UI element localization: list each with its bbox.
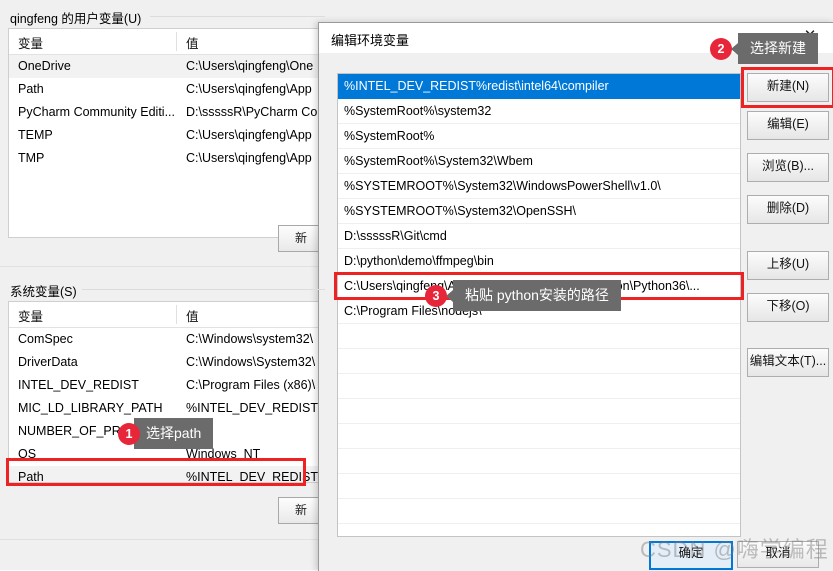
path-entry-row[interactable]: D:\sssssR\Git\cmd [338,224,740,249]
dialog-side-button-5[interactable]: 下移(O) [747,293,829,322]
variable-value-cell: C:\Users\qingfeng\App [186,82,312,96]
table-row[interactable]: Path %INTEL_DEV_REDIST% [9,466,322,483]
system-variables-group-rule [82,289,325,290]
path-entry-row[interactable]: %SystemRoot% [338,124,740,149]
variable-name-cell: Path [18,82,44,96]
dialog-side-button-4[interactable]: 上移(U) [747,251,829,280]
table-row[interactable]: Path C:\Users\qingfeng\App [9,78,322,101]
column-divider[interactable] [176,305,177,324]
user-variables-group-title: qingfeng 的用户变量(U) [10,8,147,27]
dialog-title: 编辑环境变量 [331,33,410,48]
annotation-badge-3: 3 [425,284,447,307]
path-entry-empty-row[interactable] [338,499,740,524]
cancel-button[interactable]: 取消 [737,541,819,568]
variable-value-cell: C:\Users\qingfeng\App [186,151,312,165]
table-row[interactable]: TEMP C:\Users\qingfeng\App [9,124,322,147]
variable-name-cell: OneDrive [18,59,71,73]
system-variables-row-list: ComSpec C:\Windows\system32\ DriverData C:\… [9,328,322,483]
variable-value-cell: C:\Users\qingfeng\One [186,59,314,73]
variable-value-cell: C:\Windows\System32\ [186,355,316,369]
path-entry-row[interactable]: %SystemRoot%\System32\Wbem [338,149,740,174]
ok-button[interactable]: 确定 [649,541,733,570]
path-entry-empty-row[interactable] [338,424,740,449]
path-entry-row[interactable]: %INTEL_DEV_REDIST%redist\intel64\compile… [338,74,740,99]
variable-value-cell: %INTEL_DEV_REDIST% [186,401,320,415]
user-variables-table-header: 变量 值 [9,29,322,55]
variable-value-cell: C:\Users\qingfeng\App [186,128,312,142]
user-variables-row-list: OneDrive C:\Users\qingfeng\One Path C:\User… [9,55,322,170]
path-entry-empty-row[interactable] [338,324,740,349]
variable-value-cell: C:\Windows\system32\ [186,332,314,346]
path-entry-empty-row[interactable] [338,349,740,374]
path-entry-empty-row[interactable] [338,374,740,399]
user-variables-col-value[interactable]: 值 [186,33,199,52]
annotation-callout-1: 1 选择path [118,418,214,449]
annotation-badge-1: 1 [118,422,140,445]
variable-name-cell: Path [18,470,44,483]
variable-name-cell: OS [18,447,37,461]
table-row[interactable]: DriverData C:\Windows\System32\ [9,351,322,374]
annotation-bubble-2: 选择新建 [731,33,818,64]
user-variables-col-name[interactable]: 变量 [18,33,43,52]
dialog-side-button-6[interactable]: 编辑文本(T)... [747,348,829,377]
path-entry-empty-row[interactable] [338,524,740,536]
path-entry-row[interactable]: D:\python\demo\ffmpeg\bin [338,249,740,274]
user-variables-group-rule [150,16,325,17]
dialog-side-button-1[interactable]: 编辑(E) [747,111,829,140]
variable-name-cell: DriverData [18,355,78,369]
annotation-bubble-1: 选择path [134,418,214,449]
system-variables-col-name[interactable]: 变量 [18,306,43,325]
dialog-side-button-2[interactable]: 浏览(B)... [747,153,829,182]
system-variables-table[interactable]: 变量 值 ComSpec C:\Windows\system32\ DriverDa… [8,301,323,483]
variable-name-cell: PyCharm Community Editi... [18,105,175,119]
user-variables-table[interactable]: 变量 值 OneDrive C:\Users\qingfeng\One Path C:… [8,28,323,238]
variable-name-cell: MIC_LD_LIBRARY_PATH [18,401,163,415]
table-row[interactable]: TMP C:\Users\qingfeng\App [9,147,322,170]
table-row[interactable]: ComSpec C:\Windows\system32\ [9,328,322,351]
table-row[interactable]: PyCharm Community Editi... D:\sssssR\PyCh… [9,101,322,124]
dialog-side-button-0[interactable]: 新建(N) [747,73,829,102]
annotation-bubble-3: 粘贴 python安装的路径 [446,280,621,311]
variable-value-cell: C:\Program Files (x86)\ [186,378,316,392]
dialog-side-button-3[interactable]: 删除(D) [747,195,829,224]
annotation-callout-2: 2 选择新建 [710,33,818,64]
path-entry-row[interactable]: %SYSTEMROOT%\System32\WindowsPowerShell\… [338,174,740,199]
section-divider-system [0,539,318,540]
variable-name-cell: TMP [18,151,45,165]
system-variables-col-value[interactable]: 值 [186,306,199,325]
variable-value-cell: %INTEL_DEV_REDIST% [186,470,320,483]
table-row[interactable]: INTEL_DEV_REDIST C:\Program Files (x86)\ [9,374,322,397]
variable-name-cell: ComSpec [18,332,73,346]
annotation-badge-2: 2 [710,37,732,60]
table-row[interactable]: MIC_LD_LIBRARY_PATH %INTEL_DEV_REDIST% [9,397,322,420]
section-divider-user [0,266,318,267]
path-entry-empty-row[interactable] [338,474,740,499]
path-entry-empty-row[interactable] [338,399,740,424]
annotation-callout-3: 3 粘贴 python安装的路径 [425,280,621,311]
variable-value-cell: D:\sssssR\PyCharm Co [186,105,318,119]
table-row[interactable]: OneDrive C:\Users\qingfeng\One [9,55,322,78]
path-entry-row[interactable]: %SYSTEMROOT%\System32\OpenSSH\ [338,199,740,224]
path-entry-row[interactable]: %SystemRoot%\system32 [338,99,740,124]
system-variables-group-title: 系统变量(S) [10,281,82,300]
variable-name-cell: INTEL_DEV_REDIST [18,378,139,392]
column-divider[interactable] [176,32,177,51]
system-variables-table-header: 变量 值 [9,302,322,328]
path-entry-empty-row[interactable] [338,449,740,474]
variable-name-cell: TEMP [18,128,53,142]
